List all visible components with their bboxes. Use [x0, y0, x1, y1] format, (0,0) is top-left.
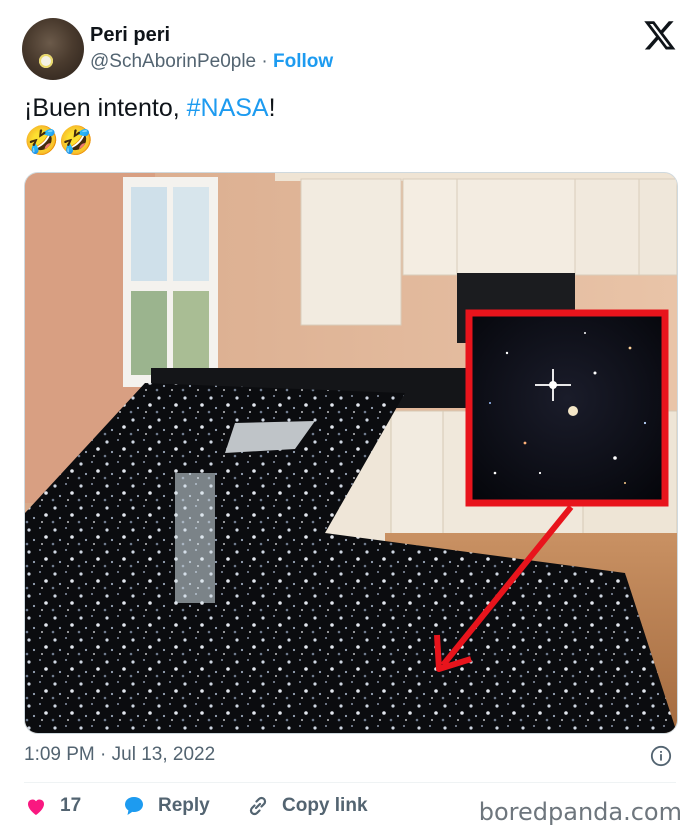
flower-icon: [39, 54, 53, 68]
tweet-card: Peri peri @SchAborinPe0ple · Follow ¡Bue…: [0, 0, 700, 835]
like-button[interactable]: 17: [24, 794, 81, 818]
avatar[interactable]: [22, 18, 84, 80]
tweet-text-end: !: [268, 94, 276, 122]
tweet-text-start: ¡Buen intento,: [24, 94, 187, 122]
kitchen-photo: [25, 173, 677, 733]
author-handle-line: @SchAborinPe0ple · Follow: [90, 51, 333, 73]
tweet-text: ¡Buen intento, #NASA!: [24, 92, 276, 124]
tweet-timestamp[interactable]: 1:09 PM · Jul 13, 2022: [24, 744, 215, 766]
reply-label: Reply: [158, 795, 210, 816]
handle-separator: ·: [261, 51, 268, 72]
x-logo-icon[interactable]: [643, 18, 677, 52]
author-display-name[interactable]: Peri peri: [90, 24, 170, 47]
heart-icon: [28, 799, 44, 815]
emoji-line: 🤣🤣: [24, 125, 94, 156]
info-icon[interactable]: [650, 745, 672, 767]
watermark: boredpanda.com: [478, 798, 682, 826]
follow-button[interactable]: Follow: [273, 51, 333, 72]
divider: [24, 782, 676, 783]
reply-button[interactable]: Reply: [122, 794, 210, 818]
copy-link-label: Copy link: [282, 795, 368, 816]
link-icon: [249, 796, 267, 816]
copy-link-button[interactable]: Copy link: [246, 794, 368, 818]
tweet-media[interactable]: [24, 172, 678, 734]
like-count: 17: [60, 795, 82, 816]
hashtag-link[interactable]: #NASA: [187, 94, 269, 122]
reply-bubble-icon: [125, 797, 143, 815]
author-handle[interactable]: @SchAborinPe0ple: [90, 51, 256, 72]
